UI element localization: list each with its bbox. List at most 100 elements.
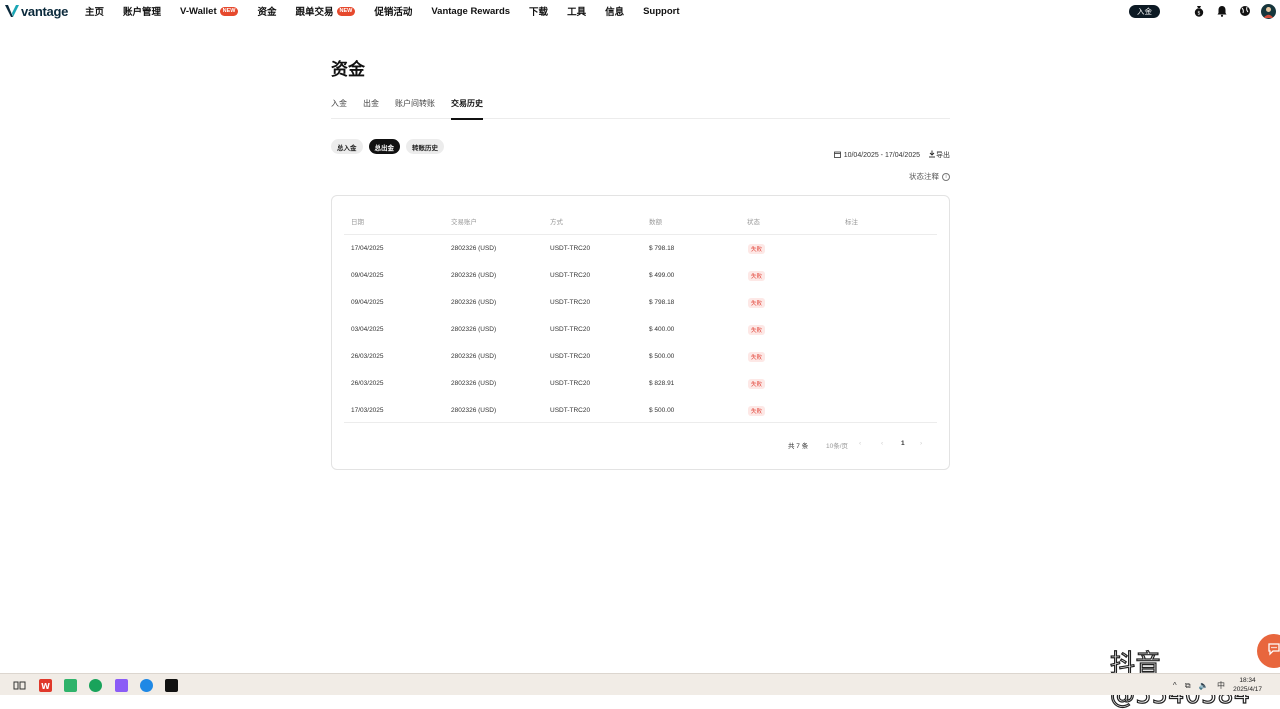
cell-amount: $ 499.00: [649, 272, 674, 279]
calendar-icon: [834, 151, 841, 160]
next-page-button[interactable]: ›: [920, 440, 922, 447]
nav-right-actions: 入金 $: [1129, 0, 1280, 22]
column-header: 方式: [550, 216, 563, 226]
status-badge: 失败: [748, 298, 765, 308]
cell-date: 09/04/2025: [351, 272, 384, 279]
column-header: 日期: [351, 216, 364, 226]
cell-method: USDT-TRC20: [550, 326, 590, 333]
filter-pill-2[interactable]: 转账历史: [406, 139, 444, 154]
cell-amount: $ 500.00: [649, 353, 674, 360]
table-row: 03/04/20252802326 (USD)USDT-TRC20$ 400.0…: [344, 317, 937, 344]
vantage-logo-mark-icon: [5, 4, 19, 18]
nav-item-10[interactable]: Support: [643, 6, 679, 17]
vantage-logo[interactable]: vantage: [5, 4, 71, 19]
table-row: 09/04/20252802326 (USD)USDT-TRC20$ 798.1…: [344, 290, 937, 317]
nav-item-label: 下载: [529, 4, 548, 18]
cell-date: 17/03/2025: [351, 407, 384, 414]
prev-page-chevron-icon[interactable]: ‹: [881, 440, 883, 447]
chat-bubble-icon: [1267, 642, 1280, 661]
app-purple-icon[interactable]: [115, 679, 128, 692]
pagination-total: 共 7 条: [788, 440, 808, 450]
main-menu: 主页账户管理V-WalletNEW资金跟单交易NEW促销活动Vantage Re…: [85, 4, 699, 18]
deposit-button[interactable]: 入金: [1129, 5, 1160, 18]
system-clock[interactable]: 18:34 2025/4/17: [1233, 676, 1262, 694]
status-note-label: 状态注释: [909, 171, 939, 182]
filter-pill-1[interactable]: 总出金: [369, 139, 401, 154]
svg-text:W: W: [41, 682, 50, 691]
system-tray-icons[interactable]: ^ ⧉ 🔈 中: [1173, 680, 1228, 691]
edge-browser-icon[interactable]: [140, 679, 153, 692]
transaction-history-card: 日期 交易账户 方式 数额 状态 标注 17/04/20252802326 (USD)US…: [331, 195, 950, 470]
nav-item-2[interactable]: V-WalletNEW: [180, 6, 238, 17]
nav-item-label: 工具: [567, 4, 586, 18]
task-view-icon[interactable]: [13, 679, 26, 692]
nav-item-3[interactable]: 资金: [257, 4, 276, 18]
page-size-select[interactable]: 10条/页: [826, 440, 848, 450]
tab-2[interactable]: 账户间转账: [395, 98, 435, 119]
current-page[interactable]: 1: [901, 440, 905, 447]
prev-page-button[interactable]: ‹: [859, 440, 861, 447]
export-button[interactable]: 导出: [928, 150, 950, 160]
cell-method: USDT-TRC20: [550, 245, 590, 252]
nav-item-8[interactable]: 工具: [567, 4, 586, 18]
nav-item-label: Vantage Rewards: [431, 6, 510, 17]
column-header: 数额: [649, 216, 662, 226]
cell-amount: $ 798.18: [649, 245, 674, 252]
screen-app-icon[interactable]: [64, 679, 77, 692]
status-badge: 失败: [748, 271, 765, 281]
cell-method: USDT-TRC20: [550, 299, 590, 306]
date-range-picker[interactable]: 10/04/2025 - 17/04/2025 导出: [834, 150, 950, 160]
nav-item-1[interactable]: 账户管理: [123, 4, 161, 18]
terminal-app-icon[interactable]: [165, 679, 178, 692]
avatar[interactable]: [1261, 4, 1276, 19]
column-header: 状态: [747, 216, 760, 226]
date-range-text: 10/04/2025 - 17/04/2025: [844, 152, 920, 159]
clock-time: 18:34: [1233, 676, 1262, 685]
wechat-icon[interactable]: [89, 679, 102, 692]
table-row: 17/03/20252802326 (USD)USDT-TRC20$ 500.0…: [344, 398, 937, 425]
cell-date: 26/03/2025: [351, 353, 384, 360]
nav-item-0[interactable]: 主页: [85, 4, 104, 18]
new-badge: NEW: [220, 7, 239, 16]
filter-pill-0[interactable]: 总入金: [331, 139, 363, 154]
globe-icon[interactable]: [1238, 4, 1252, 18]
table-divider: [344, 422, 937, 423]
cell-amount: $ 798.18: [649, 299, 674, 306]
nav-item-label: 主页: [85, 4, 104, 18]
cell-date: 26/03/2025: [351, 380, 384, 387]
os-taskbar: W ^ ⧉ 🔈 中 18:34 2025/4/17: [0, 673, 1280, 695]
nav-item-label: 资金: [257, 4, 276, 18]
cell-method: USDT-TRC20: [550, 353, 590, 360]
info-icon: i: [942, 173, 950, 181]
column-header: 交易账户: [451, 216, 477, 226]
bell-icon[interactable]: [1215, 4, 1229, 18]
cell-method: USDT-TRC20: [550, 380, 590, 387]
cell-account: 2802326 (USD): [451, 407, 496, 414]
nav-item-9[interactable]: 信息: [605, 4, 624, 18]
nav-item-5[interactable]: 促销活动: [374, 4, 412, 18]
nav-item-label: 跟单交易: [296, 4, 334, 18]
svg-text:$: $: [1197, 11, 1200, 17]
tab-1[interactable]: 出金: [363, 98, 379, 119]
money-bag-icon[interactable]: $: [1192, 4, 1206, 18]
tab-3[interactable]: 交易历史: [451, 98, 483, 119]
page-title: 资金: [331, 55, 365, 80]
cell-amount: $ 500.00: [649, 407, 674, 414]
status-badge: 失败: [748, 244, 765, 254]
table-row: 17/04/20252802326 (USD)USDT-TRC20$ 798.1…: [344, 236, 937, 263]
nav-item-6[interactable]: Vantage Rewards: [431, 6, 510, 17]
status-note-link[interactable]: 状态注释 i: [909, 171, 950, 182]
nav-item-label: 信息: [605, 4, 624, 18]
tab-0[interactable]: 入金: [331, 98, 347, 119]
nav-item-7[interactable]: 下载: [529, 4, 548, 18]
history-filter-pills: 总入金总出金转账历史: [331, 139, 450, 154]
cell-account: 2802326 (USD): [451, 326, 496, 333]
nav-item-4[interactable]: 跟单交易NEW: [296, 4, 356, 18]
new-badge: NEW: [337, 7, 356, 16]
column-header: 标注: [845, 216, 858, 226]
cell-date: 09/04/2025: [351, 299, 384, 306]
wps-office-icon[interactable]: W: [39, 679, 52, 692]
funds-tabs: 入金出金账户间转账交易历史: [331, 98, 950, 119]
nav-item-label: 促销活动: [374, 4, 412, 18]
status-badge: 失败: [748, 352, 765, 362]
